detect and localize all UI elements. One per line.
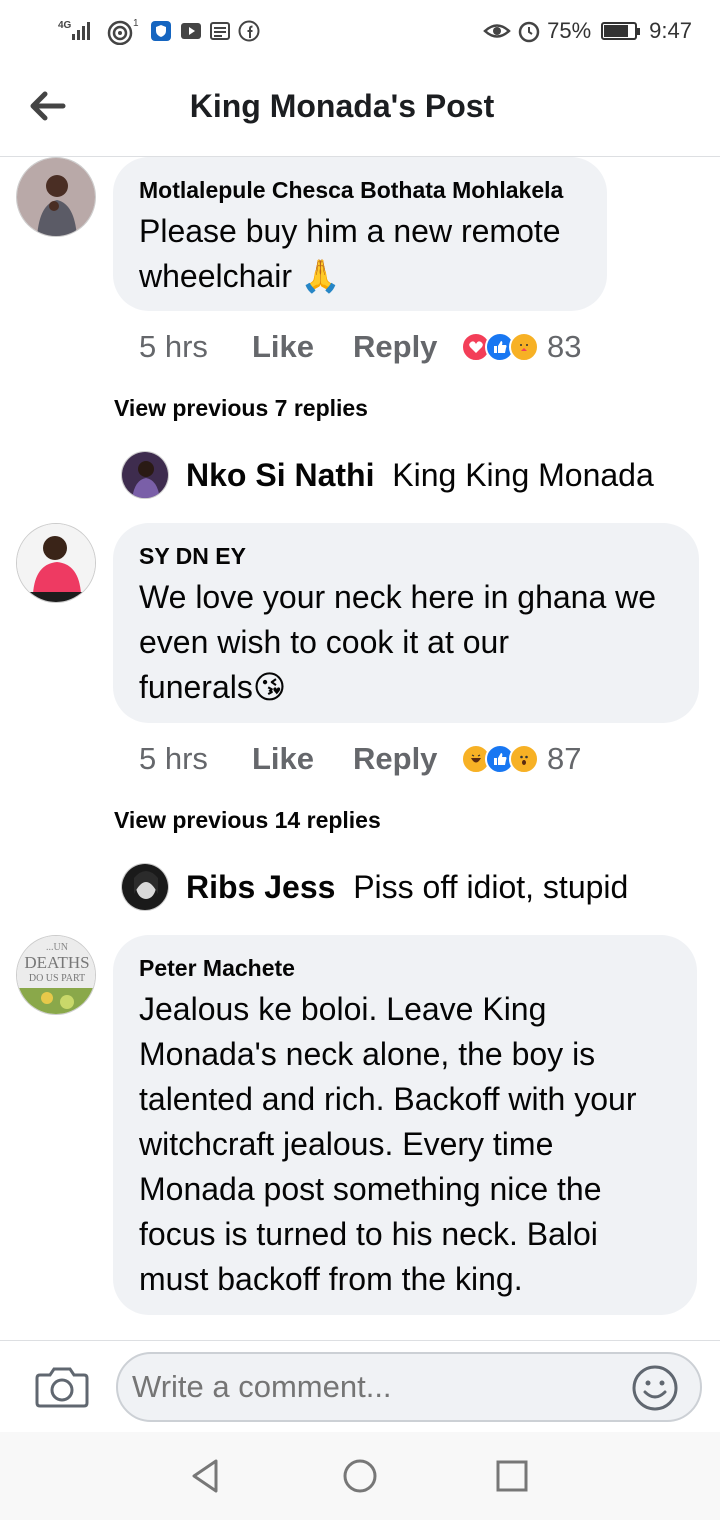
battery-percent: 75% (547, 18, 592, 43)
camera-button[interactable] (34, 1363, 90, 1411)
comment-text-line: witchcraft jealous. Every time (139, 1126, 554, 1162)
wow-reaction-icon (509, 744, 539, 774)
comment-text-line: Please buy him a new remote (139, 213, 561, 249)
avatar[interactable] (121, 863, 169, 911)
page-header: King Monada's Post (0, 62, 720, 157)
view-previous-replies[interactable]: View previous 7 replies (114, 395, 368, 422)
vpn-shield-icon (150, 20, 172, 42)
emoji-button[interactable] (630, 1363, 680, 1413)
comment-bubble[interactable]: Peter Machete Jealous ke boloi. Leave Ki… (113, 935, 697, 1315)
comment-text: We love your neck here in ghana we even … (139, 575, 673, 710)
comment-time[interactable]: 5 hrs (139, 741, 252, 777)
square-recents-icon (496, 1460, 528, 1492)
comment-text-line: even wish to cook it at our (139, 624, 509, 660)
youtube-icon (180, 22, 202, 40)
comment-actions: 5 hrs Like Reply 87 (139, 737, 581, 781)
smiley-icon (632, 1365, 678, 1411)
comment-input[interactable] (116, 1352, 702, 1422)
circle-home-icon (343, 1459, 377, 1493)
latest-reply[interactable]: Ribs Jess Piss off idiot, stupid (186, 867, 628, 907)
nav-back-button[interactable] (186, 1456, 226, 1496)
nav-home-button[interactable] (340, 1456, 380, 1496)
comment-author[interactable]: Peter Machete (139, 953, 671, 983)
facebook-icon (238, 20, 260, 42)
reaction-count: 87 (547, 741, 582, 776)
status-right-icons: 75% 9:47 (483, 14, 692, 48)
alarm-icon (517, 19, 541, 43)
comment-text-line: funerals😘 (139, 669, 287, 705)
reply-author[interactable]: Nko Si Nathi (186, 457, 374, 493)
comment-text-line: talented and rich. Backoff with your (139, 1081, 637, 1117)
comment-text-line: Monada's neck alone, the boy is (139, 1036, 596, 1072)
like-button[interactable]: Like (252, 329, 353, 365)
comment-text-line: must backoff from the king. (139, 1261, 523, 1297)
avatar[interactable] (16, 523, 96, 603)
view-previous-replies[interactable]: View previous 14 replies (114, 807, 381, 834)
avatar[interactable]: ...UN DEATHS DO US PART (16, 935, 96, 1015)
news-icon (210, 21, 230, 41)
latest-reply[interactable]: Nko Si Nathi King King Monada (186, 455, 654, 495)
battery-icon (601, 22, 641, 40)
comment-author[interactable]: SY DN EY (139, 541, 673, 571)
comment-author[interactable]: Motlalepule Chesca Bothata Mohlakela (139, 175, 581, 205)
comments-feed[interactable]: Motlalepule Chesca Bothata Mohlakela Ple… (0, 157, 720, 1340)
network-type-label: 4G (58, 20, 72, 31)
notification-count: 1 (133, 18, 139, 29)
avatar-text: ...UN (46, 942, 68, 953)
comment-text-line: Jealous ke boloi. Leave King (139, 991, 547, 1027)
comment-text-line: wheelchair 🙏 (139, 258, 341, 294)
reply-author[interactable]: Ribs Jess (186, 869, 335, 905)
page-title: King Monada's Post (189, 88, 495, 124)
comment-composer (0, 1340, 720, 1432)
comment-text: Jealous ke boloi. Leave King Monada's ne… (139, 987, 671, 1302)
avatar[interactable] (16, 157, 96, 237)
comment-text: Please buy him a new remote wheelchair 🙏 (139, 209, 581, 299)
reactions-summary[interactable]: 83 (461, 329, 581, 365)
avatar[interactable] (121, 451, 169, 499)
like-button[interactable]: Like (252, 741, 353, 777)
status-left-icons: 4G 1 (58, 14, 260, 48)
avatar-text: DEATHS (24, 953, 89, 972)
comment-text-line: focus is turned to his neck. Baloi (139, 1216, 598, 1252)
system-navigation-bar (0, 1432, 720, 1520)
reply-button[interactable]: Reply (353, 329, 461, 365)
comment-text-line: Monada post something nice the (139, 1171, 602, 1207)
comment-bubble[interactable]: SY DN EY We love your neck here in ghana… (113, 523, 699, 723)
status-bar: 4G 1 75% 9:47 (0, 0, 720, 62)
care-reaction-icon (509, 332, 539, 362)
eye-comfort-icon (483, 20, 511, 42)
reply-text: King King Monada (392, 457, 654, 493)
comment-text-line: We love your neck here in ghana we (139, 579, 657, 615)
reply-button[interactable]: Reply (353, 741, 461, 777)
reactions-summary[interactable]: 87 (461, 741, 581, 777)
triangle-back-icon (192, 1459, 218, 1493)
cellular-signal-icon: 4G (58, 18, 98, 44)
comment-bubble[interactable]: Motlalepule Chesca Bothata Mohlakela Ple… (113, 157, 607, 311)
camera-icon (35, 1367, 89, 1408)
avatar-text: DO US PART (29, 973, 85, 984)
reply-text: Piss off idiot, stupid (353, 869, 629, 905)
reaction-count: 83 (547, 329, 582, 364)
wifi-hotspot-icon: 1 (106, 17, 142, 45)
clock: 9:47 (649, 18, 692, 43)
comment-time[interactable]: 5 hrs (139, 329, 252, 365)
comment-actions: 5 hrs Like Reply 83 (139, 325, 581, 369)
nav-recents-button[interactable] (492, 1456, 532, 1496)
